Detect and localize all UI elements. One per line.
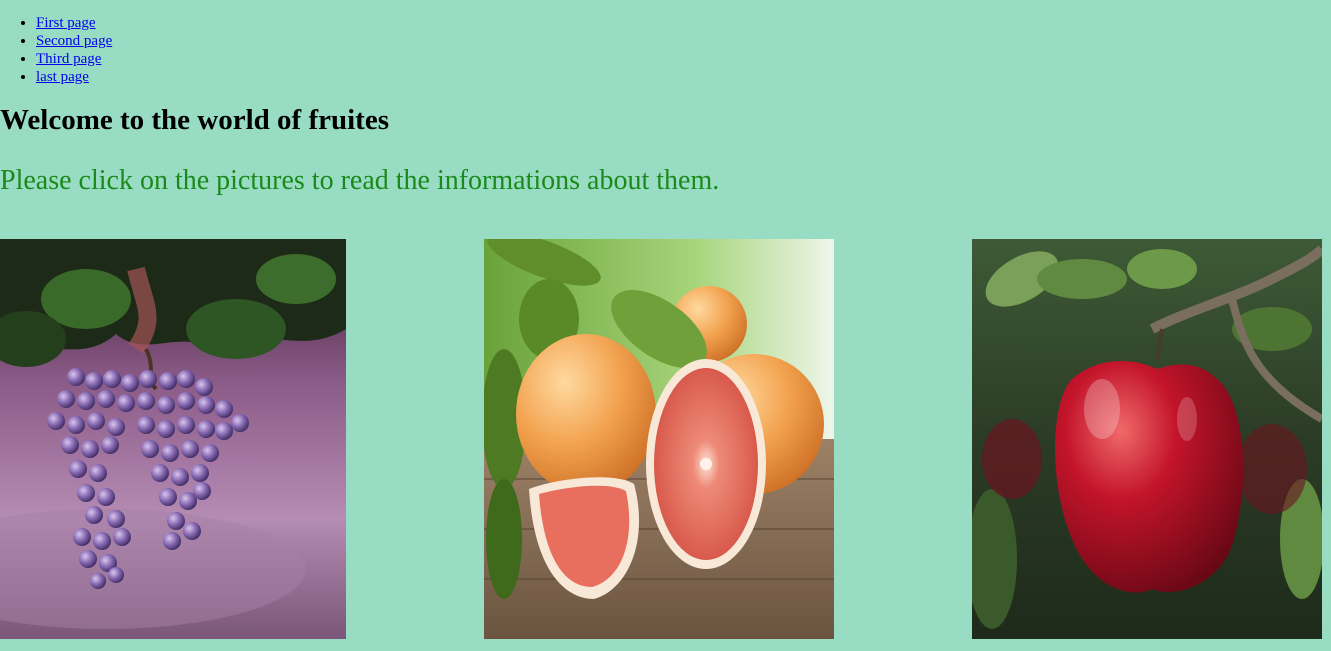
nav-item-last: last page [36,68,1331,86]
apple-image[interactable] [972,239,1322,639]
third-page-link[interactable]: Third page [36,51,101,67]
second-page-link[interactable]: Second page [36,33,112,49]
intro-text: Please click on the pictures to read the… [0,165,720,196]
last-page-link[interactable]: last page [36,69,89,85]
page-title: Welcome to the world of fruites [0,104,389,136]
grapes-image[interactable] [0,239,346,639]
nav-item-third: Third page [36,50,1331,68]
nav-item-first: First page [36,14,1331,32]
nav-item-second: Second page [36,32,1331,50]
page-nav: First page Second page Third page last p… [0,0,1331,86]
grapefruit-image[interactable] [484,239,834,639]
first-page-link[interactable]: First page [36,15,96,31]
fruit-gallery [0,239,1331,639]
